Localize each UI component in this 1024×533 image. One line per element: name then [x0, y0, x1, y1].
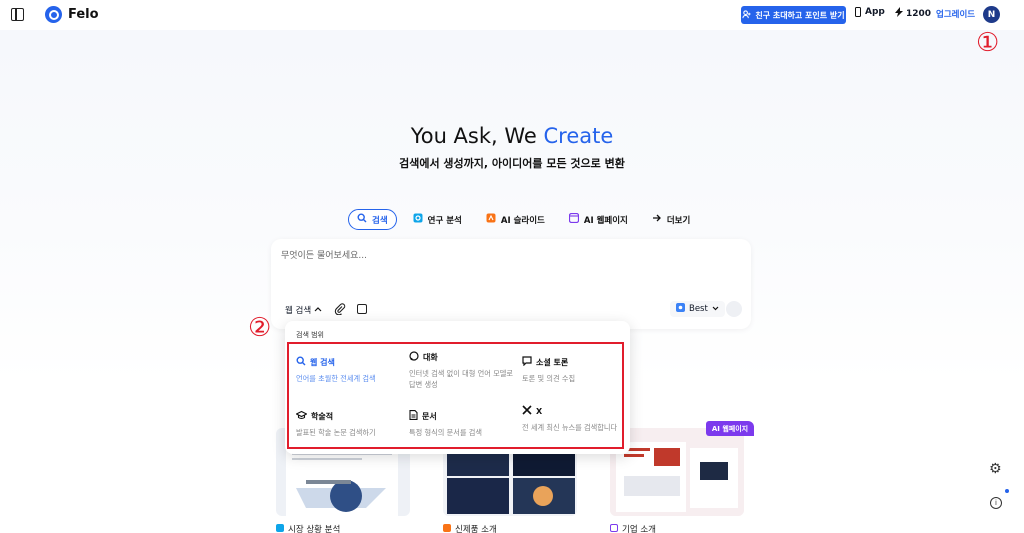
x-logo-icon — [522, 405, 532, 417]
chevron-down-icon — [712, 304, 719, 314]
scope-option-x[interactable]: X 전 세계 최신 뉴스를 검색합니다 — [522, 405, 630, 433]
option-desc: 발표된 학술 논문 검색하기 — [296, 428, 376, 437]
model-select[interactable]: Best — [670, 301, 725, 317]
invite-friends-button[interactable]: 친구 초대하고 포인트 받기 — [741, 6, 846, 24]
webpage-icon — [568, 212, 579, 226]
send-button[interactable] — [726, 301, 742, 317]
tab-ai-webpage[interactable]: AI 웹페이지 — [561, 209, 636, 230]
option-name: 학술적 — [311, 411, 334, 421]
tab-label: 검색 — [372, 215, 388, 226]
points-value: 1200 — [906, 8, 932, 19]
tab-label: 더보기 — [666, 215, 691, 226]
model-label: Best — [689, 304, 708, 314]
tab-research[interactable]: 연구 분석 — [405, 209, 470, 230]
app-button[interactable]: App — [855, 7, 885, 17]
user-plus-icon — [742, 9, 751, 21]
logo[interactable]: Felo — [45, 6, 99, 23]
comment-icon — [522, 356, 532, 368]
research-icon — [276, 523, 284, 533]
invite-label: 친구 초대하고 포인트 받기 — [755, 10, 845, 20]
dropdown-title: 검색 범위 — [296, 331, 324, 339]
card-label-product[interactable]: 신제품 소개 — [443, 523, 497, 533]
option-name: 소셜 토론 — [536, 357, 569, 367]
chat-icon — [409, 351, 419, 363]
tab-label: AI 웹페이지 — [583, 215, 628, 226]
info-icon[interactable]: i — [990, 497, 1002, 509]
chevron-up-icon — [314, 305, 322, 315]
option-desc: 언어를 초월한 전세계 검색 — [296, 374, 376, 383]
tab-label: 연구 분석 — [427, 215, 462, 226]
scope-option-academic[interactable]: 학술적 발표된 학술 논문 검색하기 — [295, 410, 404, 438]
slides-icon — [443, 523, 451, 533]
card-title: 기업 소개 — [622, 525, 656, 533]
paperclip-icon[interactable] — [334, 303, 346, 316]
hero-title-plain: You Ask, We — [410, 124, 544, 148]
points-counter[interactable]: 1200 — [895, 7, 931, 20]
scope-option-chat[interactable]: 대화 인터넷 검색 없이 대형 언어 모델로 답변 생성 — [409, 351, 517, 390]
hero-title-accent: Create — [543, 124, 614, 148]
avatar[interactable]: N — [983, 6, 1000, 23]
option-name: 문서 — [422, 411, 437, 421]
model-icon — [676, 303, 685, 315]
example-card-company[interactable] — [610, 428, 744, 516]
tab-more[interactable]: 더보기 — [644, 209, 698, 230]
tab-ai-slides[interactable]: AI 슬라이드 — [478, 209, 553, 230]
annotation-marker-2: ② — [248, 313, 272, 343]
card-label-market[interactable]: 시장 상황 분석 — [276, 523, 340, 533]
phone-icon — [855, 7, 861, 17]
slides-icon — [486, 213, 496, 226]
company-thumbnail-icon — [610, 428, 744, 516]
card-title: 신제품 소개 — [455, 525, 497, 533]
card-label-company[interactable]: 기업 소개 — [610, 523, 656, 533]
top-bar: Felo 친구 초대하고 포인트 받기 App 1200 업그레이드 N — [0, 0, 1024, 30]
felo-logo-icon — [45, 6, 62, 23]
tab-search[interactable]: 검색 — [348, 209, 397, 230]
notification-dot — [1005, 489, 1009, 493]
research-icon — [413, 213, 423, 226]
app-label: App — [865, 7, 885, 17]
lightning-icon — [895, 7, 903, 20]
option-name: 대화 — [423, 352, 438, 362]
graduation-cap-icon — [295, 410, 308, 422]
search-scope-dropdown: 검색 범위 웹 검색 언어를 초월한 전세계 검색 대화 인터넷 검색 없이 대… — [285, 321, 630, 454]
scope-option-document[interactable]: 문서 특정 형식의 문서를 검색 — [409, 410, 517, 438]
scope-label: 웹 검색 — [285, 306, 312, 316]
search-icon — [296, 356, 306, 368]
webpage-icon — [610, 523, 618, 533]
scope-option-social[interactable]: 소셜 토론 토론 및 의견 수집 — [522, 356, 630, 384]
option-desc: 토론 및 의견 수집 — [522, 374, 576, 383]
search-scope-button[interactable]: 웹 검색 — [285, 304, 322, 316]
option-name: 웹 검색 — [310, 357, 335, 367]
query-card: 웹 검색 Best — [271, 239, 751, 329]
option-desc: 전 세계 최신 뉴스를 검색합니다 — [522, 423, 618, 432]
image-upload-icon[interactable] — [357, 304, 367, 314]
ai-webpage-badge: AI 웹페이지 — [706, 421, 754, 436]
mode-tabs: 검색 연구 분석 AI 슬라이드 AI 웹페이지 더보기 — [348, 209, 698, 230]
scope-option-web[interactable]: 웹 검색 언어를 초월한 전세계 검색 — [296, 356, 404, 384]
search-icon — [357, 213, 367, 226]
logo-text: Felo — [68, 7, 99, 22]
upgrade-link[interactable]: 업그레이드 — [936, 8, 975, 20]
document-icon — [409, 410, 418, 422]
arrow-right-icon — [652, 213, 662, 226]
hero-subtitle: 검색에서 생성까지, 아이디어를 모든 것으로 변환 — [399, 157, 625, 170]
gear-icon[interactable]: ⚙ — [989, 461, 1002, 477]
hero-title: You Ask, We Create — [0, 124, 1024, 148]
tab-label: AI 슬라이드 — [500, 215, 545, 226]
option-desc: 특정 형식의 문서를 검색 — [409, 428, 482, 437]
card-title: 시장 상황 분석 — [288, 525, 341, 533]
annotation-marker-1: ① — [976, 28, 1000, 58]
sidebar-toggle-icon[interactable] — [11, 8, 24, 21]
query-input[interactable] — [281, 248, 721, 264]
option-desc: 인터넷 검색 없이 대형 언어 모델로 답변 생성 — [409, 369, 513, 389]
option-name: X — [536, 406, 543, 416]
